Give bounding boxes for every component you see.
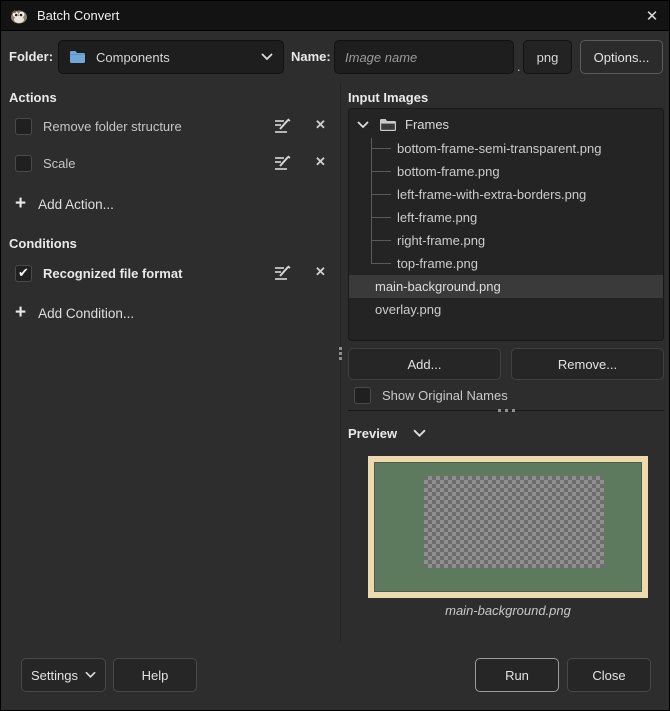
transparency-checkerboard <box>424 476 604 568</box>
name-label: Name: <box>291 49 331 64</box>
chevron-down-icon <box>261 53 273 61</box>
edit-condition-icon[interactable] <box>272 263 294 283</box>
batch-convert-dialog: Batch Convert ✕ Folder: Components Name:… <box>0 0 670 711</box>
tree-item-selected[interactable]: main-background.png <box>349 275 663 298</box>
add-images-button[interactable]: Add... <box>348 348 501 380</box>
remove-action-icon[interactable]: ✕ <box>315 117 326 133</box>
remove-action-icon[interactable]: ✕ <box>315 154 326 170</box>
chevron-down-icon <box>85 671 96 679</box>
wilber-app-icon <box>11 9 27 23</box>
folder-icon <box>70 51 85 63</box>
remove-images-button[interactable]: Remove... <box>511 348 664 380</box>
action-checkbox[interactable] <box>15 155 32 172</box>
action-label: Remove folder structure <box>43 119 182 134</box>
preview-header: Preview <box>348 426 398 441</box>
extension-button[interactable]: png <box>523 40 572 74</box>
condition-checkbox[interactable] <box>15 265 32 282</box>
window-title: Batch Convert <box>37 8 120 23</box>
tree-root-items: main-background.png overlay.png <box>349 275 663 321</box>
vertical-splitter-grip[interactable] <box>337 345 343 363</box>
edit-action-icon[interactable] <box>272 116 294 136</box>
plus-icon: + <box>15 302 27 323</box>
plus-icon: + <box>15 193 27 214</box>
folder-label: Folder: <box>9 49 54 64</box>
add-condition-button[interactable]: + Add Condition... <box>15 302 134 324</box>
conditions-header: Conditions <box>9 236 77 251</box>
window-close-button[interactable]: ✕ <box>635 1 669 31</box>
close-button[interactable]: Close <box>567 658 651 692</box>
folder-dropdown[interactable]: Components <box>58 40 284 74</box>
remove-condition-icon[interactable]: ✕ <box>315 264 326 280</box>
tree-item[interactable]: overlay.png <box>349 298 663 321</box>
input-images-header: Input Images <box>348 90 429 105</box>
tree-folder-row[interactable]: Frames <box>349 112 663 137</box>
tree-children-list: bottom-frame-semi-transparent.png bottom… <box>349 137 663 275</box>
tree-item[interactable]: left-frame-with-extra-borders.png <box>349 183 663 206</box>
extension-separator: . <box>517 59 521 74</box>
show-original-names-row: Show Original Names <box>348 385 664 407</box>
add-action-button[interactable]: + Add Action... <box>15 193 114 215</box>
add-condition-label: Add Condition... <box>38 305 135 321</box>
tree-item[interactable]: top-frame.png <box>349 252 663 275</box>
action-row-remove-folder-structure: Remove folder structure ✕ <box>9 114 333 140</box>
help-button[interactable]: Help <box>113 658 197 692</box>
input-images-tree[interactable]: Frames bottom-frame-semi-transparent.png… <box>348 108 664 341</box>
action-label: Scale <box>43 156 76 171</box>
edit-action-icon[interactable] <box>272 153 294 173</box>
run-button[interactable]: Run <box>475 658 559 692</box>
settings-button[interactable]: Settings <box>21 658 106 692</box>
horizontal-splitter-grip[interactable] <box>495 408 517 414</box>
tree-item[interactable]: right-frame.png <box>349 229 663 252</box>
action-row-scale: Scale ✕ <box>9 151 333 177</box>
condition-label: Recognized file format <box>43 266 183 281</box>
chevron-down-icon[interactable] <box>413 429 426 438</box>
tree-folder-label: Frames <box>405 117 450 132</box>
image-name-input[interactable] <box>334 40 514 74</box>
top-controls: Folder: Components Name: . png Options..… <box>1 39 669 75</box>
tree-item[interactable]: bottom-frame.png <box>349 160 663 183</box>
preview-image <box>368 456 648 598</box>
show-original-names-checkbox[interactable] <box>354 387 371 404</box>
title-bar: Batch Convert ✕ <box>1 1 669 31</box>
preview-caption: main-background.png <box>445 603 571 618</box>
add-action-label: Add Action... <box>38 196 114 212</box>
preview-header-row[interactable]: Preview <box>348 426 426 441</box>
folder-open-icon <box>380 118 396 131</box>
chevron-down-icon[interactable] <box>357 121 369 129</box>
settings-label: Settings <box>31 667 78 683</box>
action-checkbox[interactable] <box>15 118 32 135</box>
show-original-names-label: Show Original Names <box>382 388 508 403</box>
tree-item[interactable]: left-frame.png <box>349 206 663 229</box>
options-button[interactable]: Options... <box>580 40 663 74</box>
condition-row-recognized-file-format: Recognized file format ✕ <box>9 261 333 287</box>
folder-dropdown-value: Components <box>96 49 170 65</box>
tree-item[interactable]: bottom-frame-semi-transparent.png <box>349 137 663 160</box>
actions-header: Actions <box>9 90 57 105</box>
